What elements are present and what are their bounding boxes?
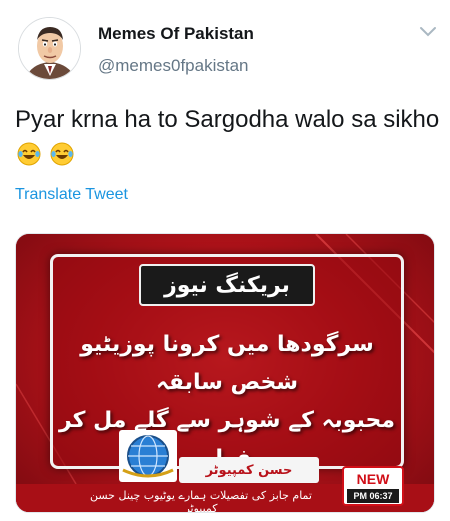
laughing-emoji-icon	[17, 142, 41, 166]
headline-line-1: سرگودھا میں کرونا پوزیٹیو شخص سابقہ	[80, 332, 374, 395]
tweet-media-image[interactable]: بریکنگ نیوز سرگودھا میں کرونا پوزیٹیو شخ…	[15, 233, 435, 513]
channel-caption: حسن کمپیوٹر	[179, 457, 319, 483]
author-name[interactable]: Memes Of Pakistan	[98, 24, 254, 44]
channel-logo	[119, 430, 177, 482]
avatar[interactable]	[18, 17, 81, 80]
news-clock: PM 06:37	[347, 489, 399, 503]
news-ticker-text: تمام جابز کی تفصیلات ہمارے یوٹیوب چینل ح…	[90, 489, 312, 513]
news-headline: سرگودھا میں کرونا پوزیٹیو شخص سابقہ محبو…	[56, 326, 398, 478]
globe-logo-icon	[122, 435, 174, 478]
tweet-text-content: Pyar krna ha to Sargodha walo sa sikho	[15, 106, 440, 133]
chevron-down-icon[interactable]	[418, 24, 438, 40]
tweet-text: Pyar krna ha to Sargodha walo sa sikho	[15, 102, 440, 174]
breaking-news-label: بریکنگ نیوز	[139, 264, 315, 306]
new-badge-label: NEW	[356, 471, 390, 487]
author-handle[interactable]: @memes0fpakistan	[98, 56, 249, 76]
avatar-cartoon-icon	[19, 18, 80, 79]
translate-tweet-link[interactable]: Translate Tweet	[15, 186, 128, 204]
laughing-emoji-icon	[50, 142, 74, 166]
new-badge: NEW PM 06:37	[342, 466, 404, 506]
